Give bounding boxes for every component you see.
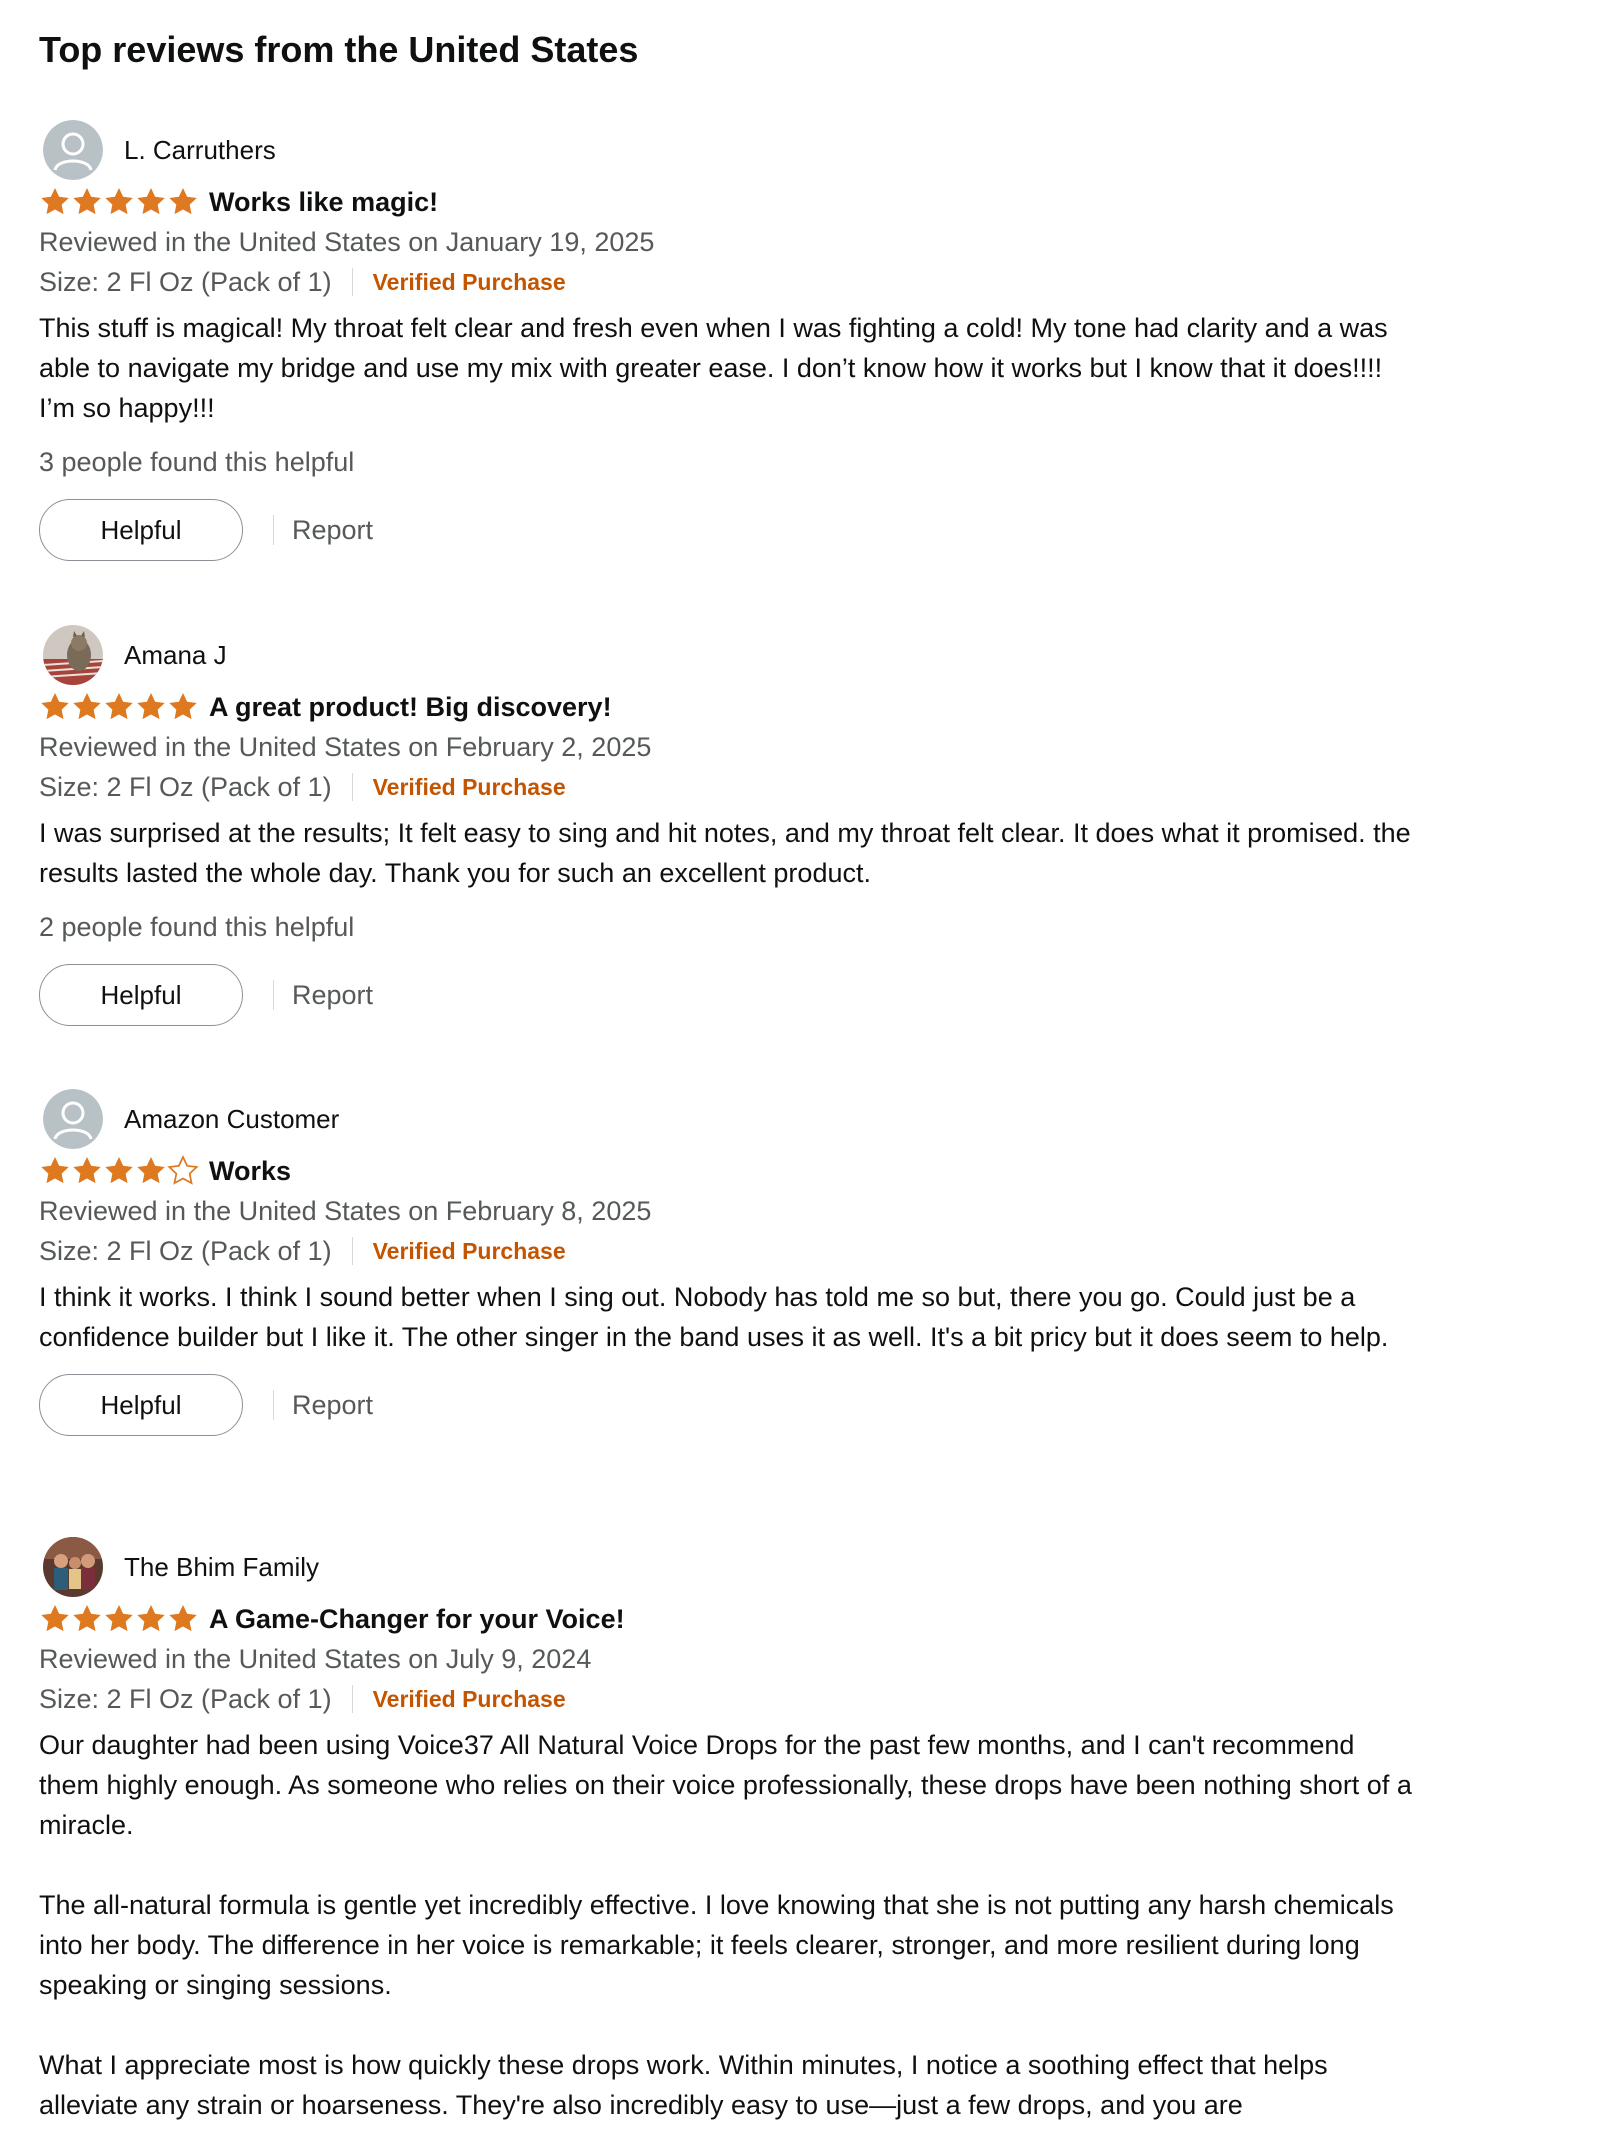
star-full-icon (169, 1605, 197, 1632)
star-full-icon (105, 1605, 133, 1632)
divider (273, 1390, 274, 1420)
star-full-icon (169, 693, 197, 720)
divider (351, 268, 353, 296)
report-link[interactable]: Report (292, 980, 373, 1011)
star-rating[interactable] (39, 1155, 209, 1187)
photo-avatar-icon (43, 625, 103, 685)
review-body: I think it works. I think I sound better… (39, 1282, 1389, 1352)
review-actions: Helpful Report (39, 498, 1419, 562)
star-full-icon (137, 1605, 165, 1632)
star-full-icon (137, 188, 165, 215)
review-title-row[interactable]: A great product! Big discovery! (39, 687, 1419, 727)
photo-avatar-icon (43, 1537, 103, 1597)
review-title[interactable]: Works (209, 1154, 291, 1188)
product-size[interactable]: Size: 2 Fl Oz (Pack of 1) (39, 1236, 332, 1267)
star-full-icon (73, 188, 101, 215)
review-body: Our daughter had been using Voice37 All … (39, 1730, 1412, 2120)
product-size[interactable]: Size: 2 Fl Oz (Pack of 1) (39, 772, 332, 803)
reviewer-profile[interactable]: Amazon Customer (39, 1087, 1419, 1151)
reviews-page: Top reviews from the United States L. Ca… (0, 0, 1620, 2130)
divider (273, 980, 274, 1010)
star-empty-icon (167, 1155, 199, 1185)
helpful-button[interactable]: Helpful (39, 499, 243, 561)
star-full-icon (73, 1605, 101, 1632)
star-full-icon (137, 693, 165, 720)
star-full-icon (169, 188, 197, 215)
review-date: Reviewed in the United States on July 9,… (39, 1644, 592, 1674)
reviewer-profile[interactable]: The Bhim Family (39, 1535, 1419, 1599)
review-card: Amana J A great product! Big discovery! … (39, 623, 1419, 1027)
reviewer-name[interactable]: The Bhim Family (124, 1551, 319, 1583)
reviewer-profile[interactable]: Amana J (39, 623, 1419, 687)
star-full-icon (105, 1157, 133, 1184)
star-full-icon (105, 188, 133, 215)
review-card: Amazon Customer Works Reviewed in the Un… (39, 1087, 1419, 1437)
review-meta: Size: 2 Fl Oz (Pack of 1) Verified Purch… (39, 1679, 1419, 1719)
star-full-icon (105, 693, 133, 720)
review-meta: Size: 2 Fl Oz (Pack of 1) Verified Purch… (39, 767, 1419, 807)
review-card: The Bhim Family A Game-Changer for your … (39, 1535, 1419, 2125)
star-full-icon (73, 1157, 101, 1184)
star-rating[interactable] (39, 186, 209, 218)
default-avatar-icon (43, 1089, 103, 1149)
review-date: Reviewed in the United States on Februar… (39, 1196, 652, 1226)
report-link[interactable]: Report (292, 515, 373, 546)
review-title[interactable]: Works like magic! (209, 185, 438, 219)
review-title-row[interactable]: Works like magic! (39, 182, 1419, 222)
review-meta: Size: 2 Fl Oz (Pack of 1) Verified Purch… (39, 1231, 1419, 1271)
report-link[interactable]: Report (292, 1390, 373, 1421)
review-meta: Size: 2 Fl Oz (Pack of 1) Verified Purch… (39, 262, 1419, 302)
reviewer-profile[interactable]: L. Carruthers (39, 118, 1419, 182)
star-rating[interactable] (39, 691, 209, 723)
section-title: Top reviews from the United States (39, 29, 639, 70)
helpful-button[interactable]: Helpful (39, 1374, 243, 1436)
divider (351, 773, 353, 801)
reviewer-name[interactable]: Amana J (124, 639, 227, 671)
star-full-icon (41, 1605, 69, 1632)
star-full-icon (73, 693, 101, 720)
verified-purchase-badge: Verified Purchase (372, 1685, 566, 1712)
review-date: Reviewed in the United States on Februar… (39, 732, 652, 762)
review-date: Reviewed in the United States on January… (39, 227, 655, 257)
verified-purchase-badge: Verified Purchase (372, 1237, 566, 1264)
star-full-icon (41, 188, 69, 215)
review-actions: Helpful Report (39, 963, 1419, 1027)
divider (273, 515, 274, 545)
review-title[interactable]: A great product! Big discovery! (209, 690, 612, 724)
star-rating[interactable] (39, 1603, 209, 1635)
helpful-count: 2 people found this helpful (39, 912, 355, 942)
product-size[interactable]: Size: 2 Fl Oz (Pack of 1) (39, 267, 332, 298)
divider (351, 1685, 353, 1713)
product-size[interactable]: Size: 2 Fl Oz (Pack of 1) (39, 1684, 332, 1715)
default-avatar-icon (43, 120, 103, 180)
helpful-button[interactable]: Helpful (39, 964, 243, 1026)
review-body: This stuff is magical! My throat felt cl… (39, 313, 1388, 423)
review-card: L. Carruthers Works like magic! Reviewed… (39, 118, 1419, 562)
review-body: I was surprised at the results; It felt … (39, 818, 1411, 888)
review-actions: Helpful Report (39, 1373, 1419, 1437)
star-full-icon (137, 1157, 165, 1184)
review-title-row[interactable]: Works (39, 1151, 1419, 1191)
reviewer-name[interactable]: Amazon Customer (124, 1103, 339, 1135)
verified-purchase-badge: Verified Purchase (372, 773, 566, 800)
review-title-row[interactable]: A Game-Changer for your Voice! (39, 1599, 1419, 1639)
divider (351, 1237, 353, 1265)
verified-purchase-badge: Verified Purchase (372, 268, 566, 295)
helpful-count: 3 people found this helpful (39, 447, 355, 477)
star-full-icon (41, 693, 69, 720)
review-title[interactable]: A Game-Changer for your Voice! (209, 1602, 625, 1636)
reviewer-name[interactable]: L. Carruthers (124, 134, 276, 166)
star-full-icon (41, 1157, 69, 1184)
